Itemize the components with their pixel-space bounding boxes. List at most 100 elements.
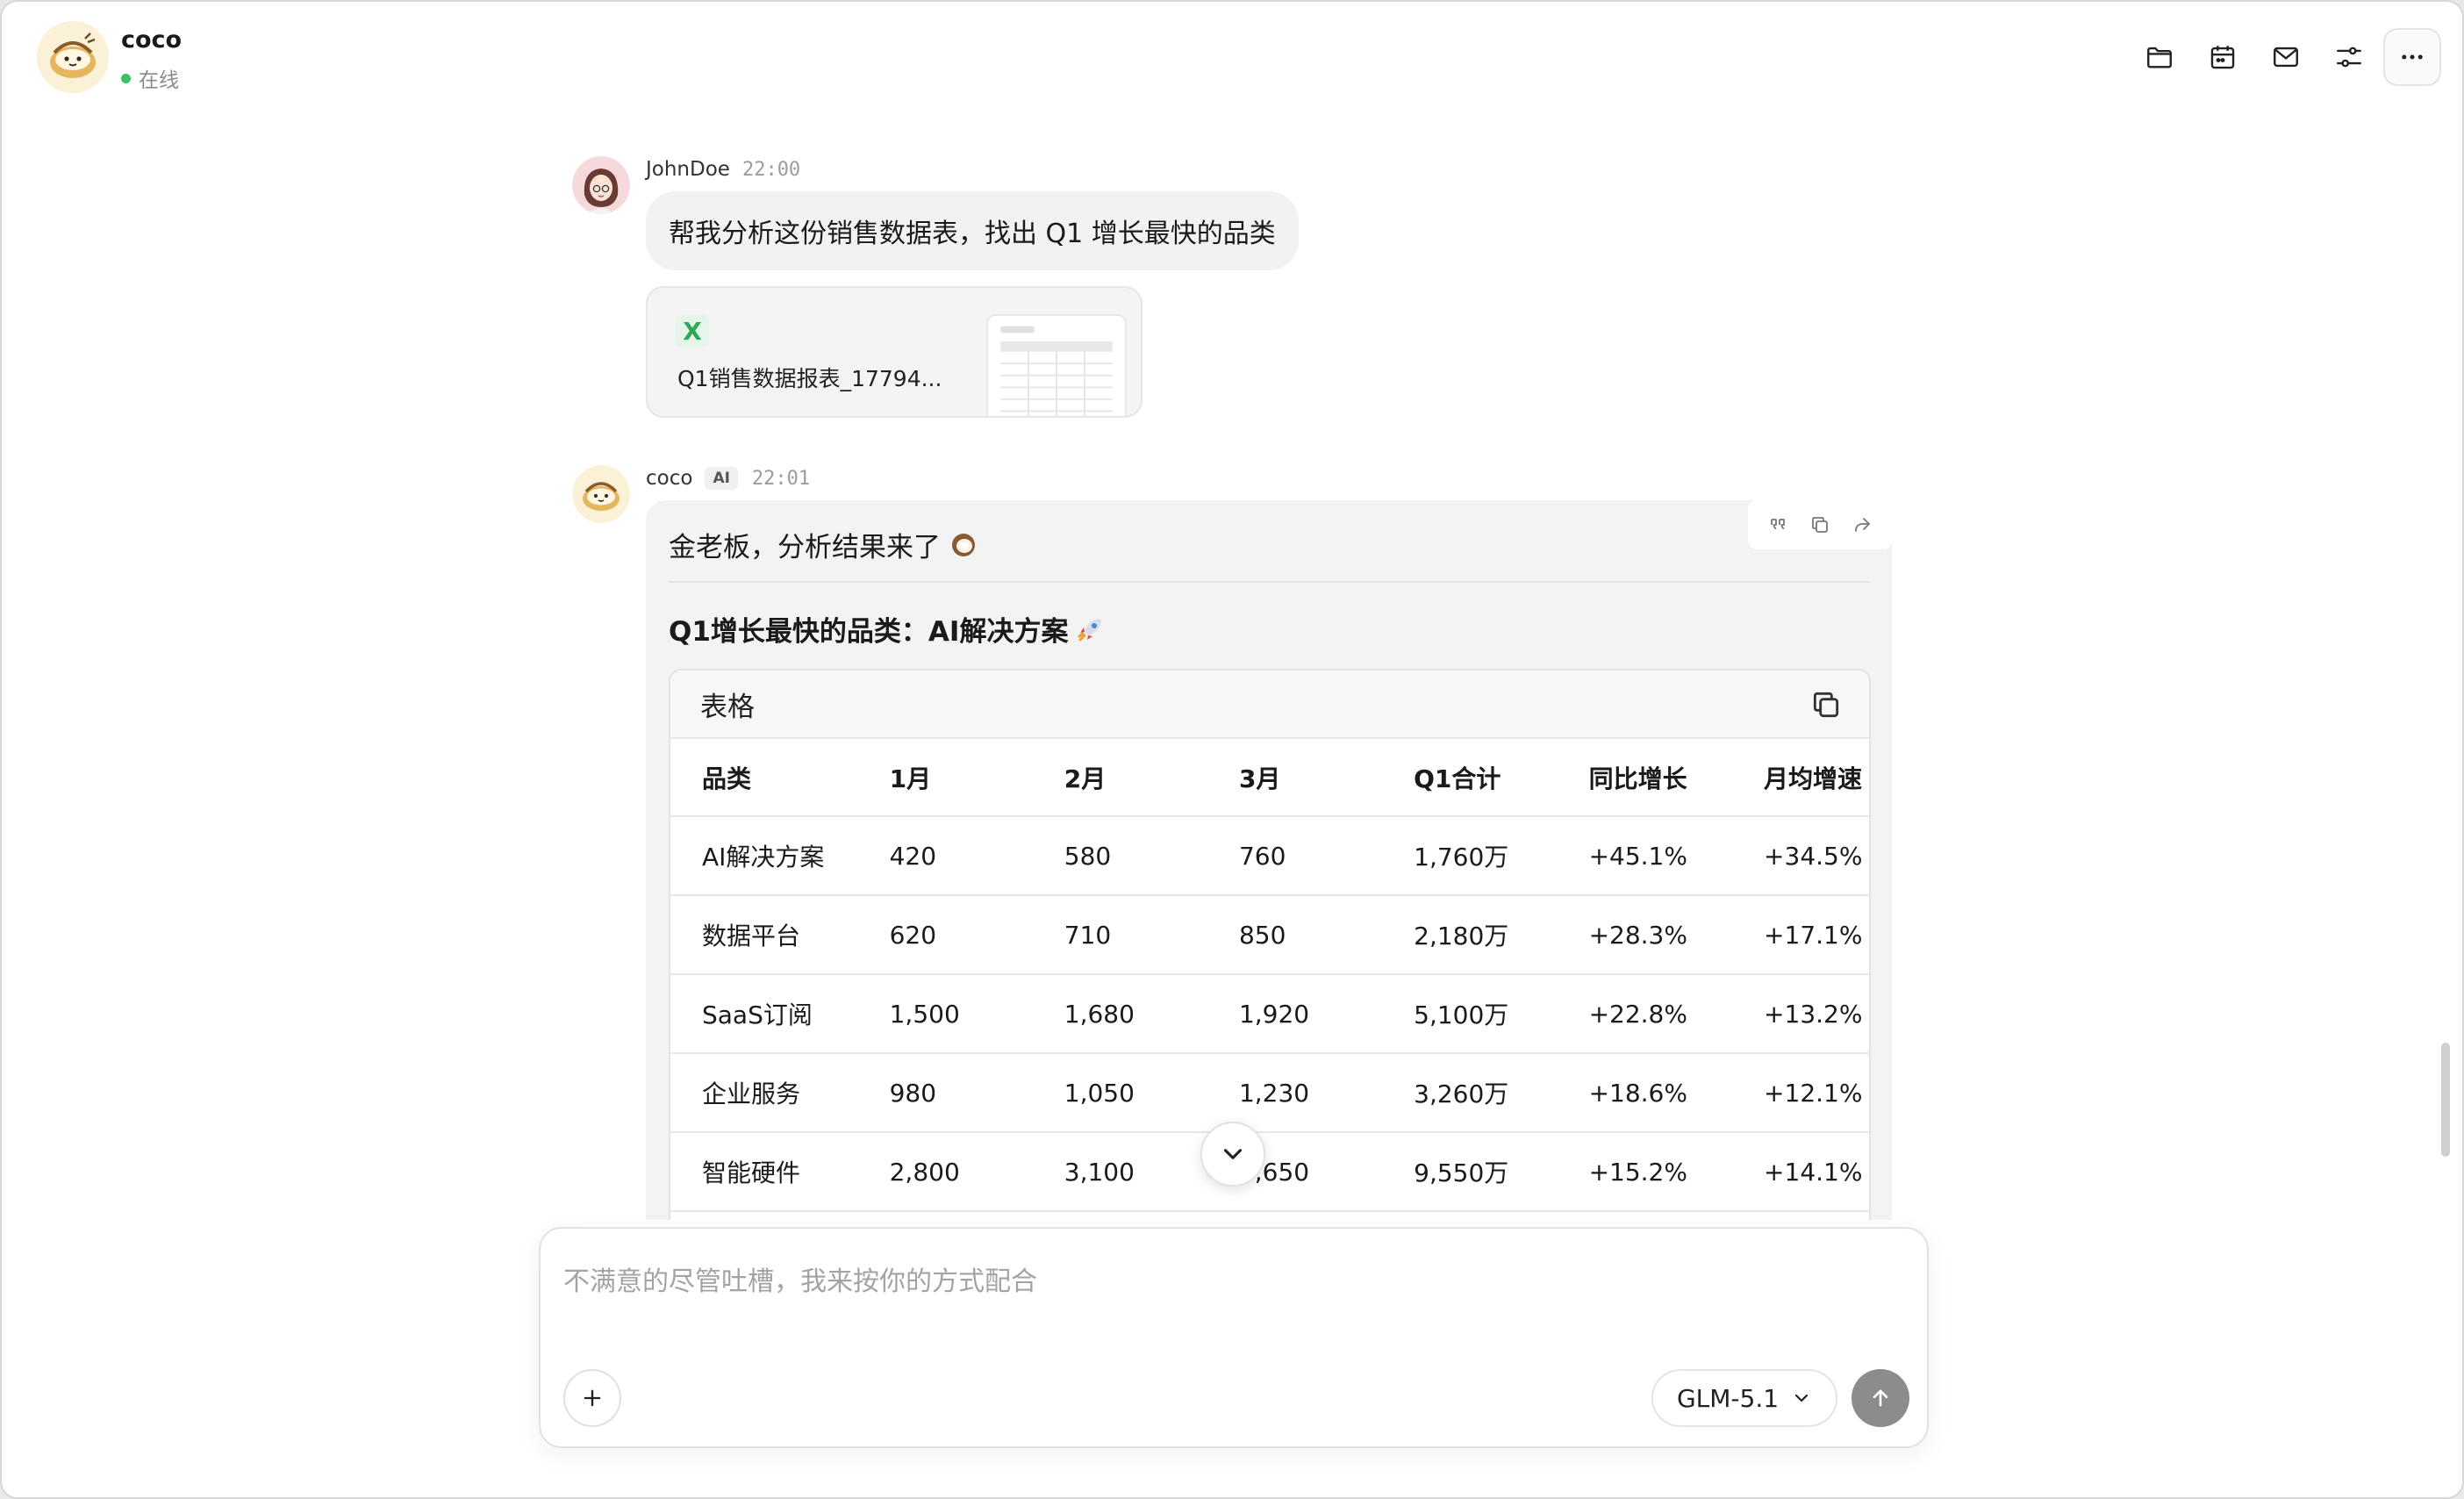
ai-avatar[interactable] (572, 465, 630, 523)
table-copy-icon[interactable] (1809, 688, 1843, 721)
table-cell: +28.3% (1557, 895, 1733, 975)
table-cell: +12.1% (1732, 1053, 1869, 1133)
table-cell: 1,680 (1032, 974, 1207, 1054)
ai-name: coco (646, 467, 693, 490)
scroll-to-bottom-button[interactable] (1200, 1122, 1265, 1187)
file-attachment-card[interactable]: X Q1销售数据报表_17794... (646, 286, 1142, 418)
mail-icon[interactable] (2257, 28, 2315, 86)
message-composer: GLM-5.1 (539, 1227, 1929, 1448)
table-row: 数据平台 620 710 850 2,180万 +28.3% +17.1% (670, 895, 1869, 975)
ai-greeting: 金老板，分析结果来了 (669, 525, 978, 564)
column-header: 1月 (857, 739, 1033, 817)
calendar-icon[interactable] (2194, 28, 2252, 86)
bot-avatar[interactable] (37, 21, 109, 93)
user-message-time: 22:00 (741, 158, 801, 181)
table-header-row: 品类 1月 2月 3月 Q1合计 同比增长 月均增速 (670, 739, 1869, 817)
column-header: 品类 (670, 739, 858, 817)
table-title: 表格 (700, 691, 755, 723)
table-cell: 1,760万 (1382, 816, 1558, 896)
message-input[interactable] (563, 1255, 1880, 1308)
table-cell: AI解决方案 (670, 816, 858, 896)
table-cell: 760 (1207, 816, 1383, 896)
chevron-down-icon (1223, 1149, 1243, 1159)
divider (669, 581, 1869, 583)
column-header: 同比增长 (1557, 739, 1733, 817)
send-button[interactable] (1852, 1369, 1909, 1427)
table-cell: +13.2% (1732, 974, 1869, 1054)
table-row: 智能硬件 2,800 3,100 3,650 9,550万 +15.2% +14… (670, 1132, 1869, 1212)
file-thumbnail (986, 314, 1127, 416)
ai-message-panel: 金老板，分析结果来了 Q1增长最快的品类：AI解决方案 表格 品类 1月 2月 … (646, 500, 1892, 1220)
plus-icon (584, 1389, 601, 1407)
bot-name: coco (121, 26, 183, 54)
table-cell: +14.1% (1732, 1132, 1869, 1212)
table-cell: 3,100 (1032, 1132, 1207, 1212)
table-row: 企业服务 980 1,050 1,230 3,260万 +18.6% +12.1… (670, 1053, 1869, 1133)
table-cell: +34.5% (1732, 816, 1869, 896)
user-message-bubble: 帮我分析这份销售数据表，找出 Q1 增长最快的品类 (646, 191, 1299, 270)
table-cell: 1,230 (1207, 1053, 1383, 1133)
table-cell: 580 (1032, 816, 1207, 896)
table-cell: 1,500 (857, 974, 1033, 1054)
column-header: 月均增速 (1732, 739, 1869, 817)
add-attachment-button[interactable] (563, 1369, 621, 1427)
quote-icon[interactable] (1767, 514, 1788, 535)
ai-message-meta: coco AI 22:01 (646, 467, 810, 490)
scrollbar-thumb[interactable] (2441, 1043, 2450, 1157)
table-cell: +15.2% (1557, 1132, 1733, 1212)
ai-greeting-text: 金老板，分析结果来了 (669, 532, 941, 563)
excel-file-icon: X (676, 314, 709, 348)
coconut-emoji-icon (952, 533, 975, 556)
model-selector[interactable]: GLM-5.1 (1651, 1369, 1837, 1427)
table-cell: 850 (1207, 895, 1383, 975)
user-message-meta: JohnDoe 22:00 (646, 158, 800, 181)
table-cell: SaaS订阅 (670, 974, 858, 1054)
table-row: SaaS订阅 1,500 1,680 1,920 5,100万 +22.8% +… (670, 974, 1869, 1054)
status-text: 在线 (139, 69, 179, 92)
data-table-card: 表格 品类 1月 2月 3月 Q1合计 同比增长 月均增速 AI解决方案 420… (669, 669, 1871, 1220)
column-header: Q1合计 (1382, 739, 1558, 817)
folder-icon[interactable] (2131, 28, 2188, 86)
copy-icon[interactable] (1809, 514, 1830, 535)
filter-icon[interactable] (2320, 28, 2378, 86)
more-icon[interactable] (2383, 28, 2441, 86)
table-cell: +17.1% (1732, 895, 1869, 975)
model-name: GLM-5.1 (1676, 1383, 1780, 1413)
ai-heading: Q1增长最快的品类：AI解决方案 (669, 609, 1107, 649)
table-cell: 数据平台 (670, 895, 858, 975)
table-cell: 智能硬件 (670, 1132, 858, 1212)
user-name: JohnDoe (646, 158, 730, 181)
user-avatar[interactable] (572, 156, 630, 214)
table-cell: 710 (1032, 895, 1207, 975)
table-cell: 9,550万 (1382, 1132, 1558, 1212)
file-name: Q1销售数据报表_17794... (677, 366, 942, 391)
table-cell: 3,260万 (1382, 1053, 1558, 1133)
message-actions (1748, 500, 1892, 549)
table-header-bar: 表格 (670, 671, 1869, 739)
bot-status: 在线 (121, 63, 179, 93)
arrow-up-icon (1873, 1389, 1888, 1407)
table-cell: 980 (857, 1053, 1033, 1133)
ai-heading-text: Q1增长最快的品类：AI解决方案 (669, 616, 1069, 648)
share-icon[interactable] (1852, 514, 1873, 535)
table-cell: 2,180万 (1382, 895, 1558, 975)
column-header: 3月 (1207, 739, 1383, 817)
table-cell: +45.1% (1557, 816, 1733, 896)
chevron-down-icon (1794, 1394, 1809, 1402)
online-status-dot (121, 73, 131, 83)
table-cell: 1,920 (1207, 974, 1383, 1054)
table-cell: 620 (857, 895, 1033, 975)
rocket-emoji-icon (1078, 618, 1102, 641)
table-cell: +22.8% (1557, 974, 1733, 1054)
ai-badge: AI (705, 467, 738, 490)
chat-window: coco 在线 JohnDoe 22:00 帮我分析这份销售数据表，找出 Q1 … (0, 0, 2464, 1499)
table-cell: 企业服务 (670, 1053, 858, 1133)
table-row: AI解决方案 420 580 760 1,760万 +45.1% +34.5% (670, 816, 1869, 896)
table-cell: 5,100万 (1382, 974, 1558, 1054)
column-header: 2月 (1032, 739, 1207, 817)
chat-header: coco 在线 (2, 2, 2462, 116)
ai-message-time: 22:01 (751, 467, 811, 490)
table-cell: 420 (857, 816, 1033, 896)
sales-table: 品类 1月 2月 3月 Q1合计 同比增长 月均增速 AI解决方案 420 58… (670, 739, 1869, 1212)
table-cell: +18.6% (1557, 1053, 1733, 1133)
